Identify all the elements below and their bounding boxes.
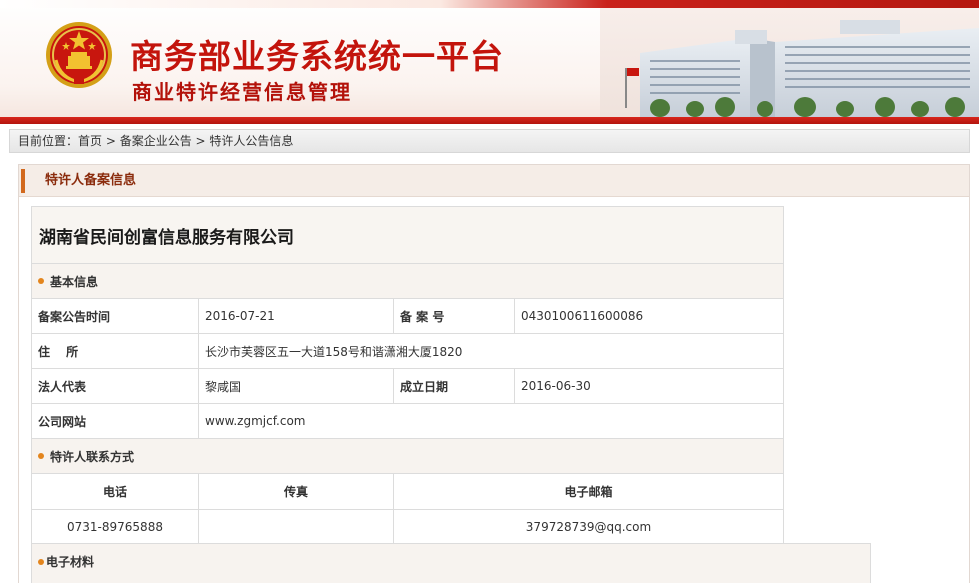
banner-top-stripe (0, 0, 979, 8)
panel-header-accent-bar (21, 169, 25, 193)
bullet-icon (38, 278, 44, 284)
contact-table-header: 电话 传真 电子邮箱 (31, 473, 784, 510)
phone-column-header: 电话 (31, 473, 199, 510)
company-name: 湖南省民间创富信息服务有限公司 (31, 206, 784, 264)
government-buildings-graphic (600, 8, 979, 118)
breadcrumb-section-link[interactable]: 备案企业公告 (120, 134, 192, 148)
table-row: 备案公告时间 2016-07-21 备 案 号 0430100611600086 (31, 298, 784, 334)
email-value: 379728739@qq.com (393, 509, 784, 544)
filing-date-value: 2016-07-21 (198, 298, 394, 334)
materials-section-label: 电子材料 (46, 555, 95, 569)
contact-section-header: 特许人联系方式 (31, 438, 784, 474)
website-value: www.zgmjcf.com (198, 403, 784, 439)
breadcrumb-home-link[interactable]: 首页 (78, 134, 102, 148)
platform-title: 商务部业务系统统一平台 (130, 37, 504, 76)
table-row: 公司网站 www.zgmjcf.com (31, 403, 784, 439)
national-emblem-icon (46, 22, 112, 88)
materials-section-header: 电子材料 (31, 543, 871, 583)
filing-number-label: 备 案 号 (393, 298, 515, 334)
fax-value (198, 509, 394, 544)
header-banner: 商务部业务系统统一平台 商业特许经营信息管理 (0, 0, 979, 124)
basic-info-table: 湖南省民间创富信息服务有限公司 基本信息 备案公告时间 2016-07-21 备… (31, 206, 784, 474)
email-column-header: 电子邮箱 (393, 473, 784, 510)
table-row: 住 所 长沙市芙蓉区五一大道158号和谐潇湘大厦1820 (31, 333, 784, 369)
breadcrumb: 目前位置：首页 > 备案企业公告 > 特许人公告信息 (9, 129, 970, 153)
address-label: 住 所 (31, 333, 199, 369)
contact-table: 电话 传真 电子邮箱 0731-89765888 379728739@qq.co… (31, 473, 784, 544)
platform-subtitle: 商业特许经营信息管理 (132, 80, 352, 104)
breadcrumb-separator: > (102, 134, 120, 148)
filing-date-label: 备案公告时间 (31, 298, 199, 334)
basic-info-section-label: 基本信息 (50, 274, 99, 289)
basic-info-section-header: 基本信息 (31, 263, 784, 299)
bullet-icon (38, 453, 44, 459)
company-name-row: 湖南省民间创富信息服务有限公司 (31, 206, 784, 264)
established-date-value: 2016-06-30 (514, 368, 784, 404)
phone-value: 0731-89765888 (31, 509, 199, 544)
legal-rep-label: 法人代表 (31, 368, 199, 404)
banner-bottom-stripe (0, 117, 979, 124)
breadcrumb-separator: > (191, 134, 210, 148)
website-label: 公司网站 (31, 403, 199, 439)
filing-number-value: 0430100611600086 (514, 298, 784, 334)
bullet-icon (38, 558, 44, 565)
table-row: 法人代表 黎咸国 成立日期 2016-06-30 (31, 368, 784, 404)
breadcrumb-current: 特许人公告信息 (209, 134, 294, 148)
panel-header: 特许人备案信息 (19, 165, 969, 197)
contact-section-label: 特许人联系方式 (50, 449, 135, 464)
panel-title: 特许人备案信息 (45, 173, 137, 188)
fax-column-header: 传真 (198, 473, 394, 510)
table-row: 0731-89765888 379728739@qq.com (31, 509, 784, 544)
address-value: 长沙市芙蓉区五一大道158号和谐潇湘大厦1820 (198, 333, 784, 369)
legal-rep-value: 黎咸国 (198, 368, 394, 404)
established-date-label: 成立日期 (393, 368, 515, 404)
breadcrumb-prefix: 目前位置： (18, 134, 79, 148)
